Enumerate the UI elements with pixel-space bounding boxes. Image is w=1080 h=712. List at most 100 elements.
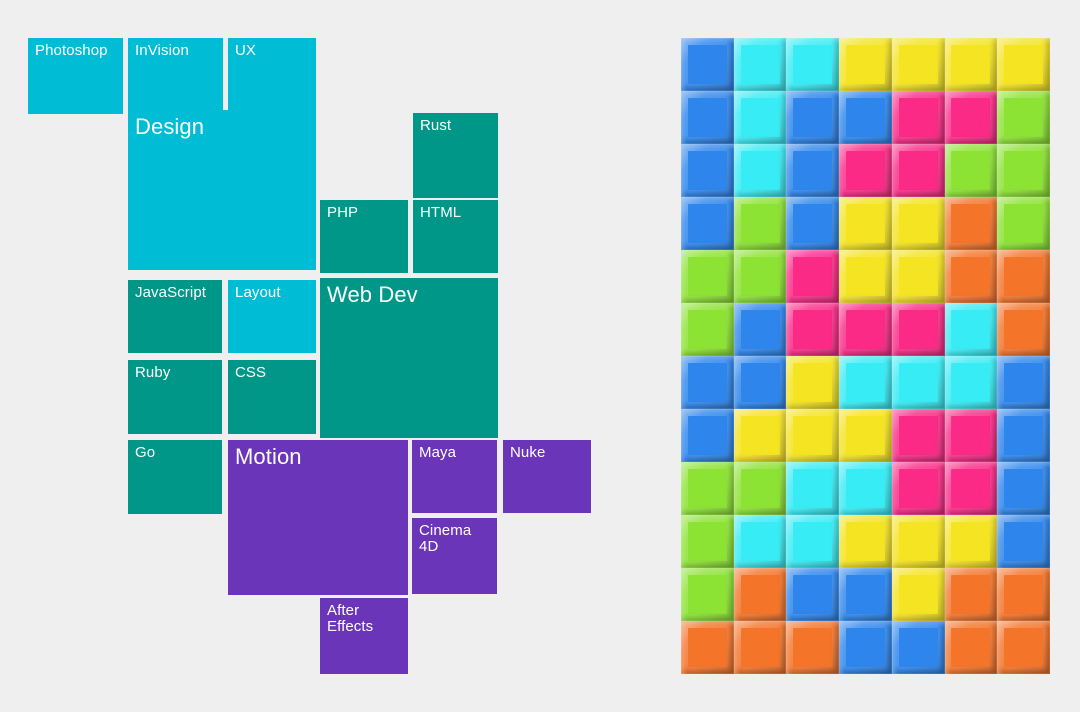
block-cell[interactable] [681, 303, 734, 356]
block-cell[interactable] [839, 568, 892, 621]
block-cell[interactable] [839, 356, 892, 409]
block-cell[interactable] [891, 409, 945, 462]
block-cell[interactable] [786, 91, 840, 144]
block-cell[interactable] [997, 462, 1050, 515]
block-cell[interactable] [891, 356, 945, 409]
block-cell[interactable] [891, 144, 945, 197]
block-cell[interactable] [786, 621, 840, 674]
block-cell[interactable] [997, 568, 1050, 621]
block-cell[interactable] [944, 462, 998, 515]
block-cell[interactable] [997, 91, 1050, 144]
block-cell[interactable] [681, 197, 734, 250]
block-cell[interactable] [733, 91, 787, 144]
block-cell[interactable] [733, 144, 787, 197]
block-cell[interactable] [786, 197, 840, 250]
block-cell[interactable] [944, 409, 998, 462]
block-cell[interactable] [839, 144, 892, 197]
block-cell[interactable] [681, 515, 734, 568]
treemap-tile[interactable]: Nuke [503, 440, 591, 513]
block-cell[interactable] [681, 91, 734, 144]
treemap-tile[interactable]: Maya [412, 440, 497, 513]
treemap-tile[interactable]: CSS [228, 360, 316, 434]
block-cell[interactable] [786, 303, 840, 356]
block-cell[interactable] [733, 303, 787, 356]
block-cell[interactable] [681, 144, 734, 197]
block-cell[interactable] [997, 409, 1050, 462]
block-cell[interactable] [944, 356, 998, 409]
block-cell[interactable] [891, 621, 945, 674]
block-cell[interactable] [733, 568, 787, 621]
treemap-tile[interactable]: Rust [413, 113, 498, 198]
block-cell[interactable] [944, 621, 998, 674]
block-cell[interactable] [786, 38, 840, 91]
block-cell[interactable] [997, 303, 1050, 356]
block-cell[interactable] [944, 303, 998, 356]
block-cell[interactable] [733, 250, 787, 303]
treemap-tile[interactable]: Layout [228, 280, 316, 353]
block-cell[interactable] [891, 38, 945, 91]
block-cell[interactable] [891, 568, 945, 621]
block-cell[interactable] [733, 409, 787, 462]
block-cell[interactable] [891, 515, 945, 568]
block-cell[interactable] [997, 515, 1050, 568]
block-cell[interactable] [944, 197, 998, 250]
block-cell[interactable] [839, 250, 892, 303]
block-cell[interactable] [786, 568, 840, 621]
block-cell[interactable] [997, 197, 1050, 250]
block-cell[interactable] [681, 38, 734, 91]
block-cell[interactable] [891, 91, 945, 144]
block-cell[interactable] [891, 250, 945, 303]
block-cell[interactable] [839, 462, 892, 515]
block-cell[interactable] [681, 250, 734, 303]
treemap-tile[interactable]: UX [228, 38, 316, 114]
block-cell[interactable] [681, 621, 734, 674]
block-cell[interactable] [944, 91, 998, 144]
block-cell[interactable] [997, 38, 1050, 91]
block-cell[interactable] [681, 356, 734, 409]
block-cell[interactable] [733, 515, 787, 568]
block-cell[interactable] [944, 38, 998, 91]
block-cell[interactable] [733, 356, 787, 409]
treemap-tile[interactable]: Design [128, 110, 316, 270]
block-cell[interactable] [944, 250, 998, 303]
block-cell[interactable] [944, 144, 998, 197]
block-cell[interactable] [891, 197, 945, 250]
block-cell[interactable] [997, 144, 1050, 197]
treemap-tile[interactable]: Web Dev [320, 278, 498, 438]
block-cell[interactable] [733, 621, 787, 674]
block-cell[interactable] [997, 356, 1050, 409]
treemap-tile[interactable]: Photoshop [28, 38, 123, 114]
treemap-tile[interactable]: HTML [413, 200, 498, 273]
treemap-tile[interactable]: After Effects [320, 598, 408, 674]
treemap-tile[interactable]: Ruby [128, 360, 222, 434]
treemap-tile[interactable]: Motion [228, 440, 408, 595]
block-cell[interactable] [839, 409, 892, 462]
block-cell[interactable] [839, 303, 892, 356]
block-cell[interactable] [786, 250, 840, 303]
block-cell[interactable] [786, 144, 840, 197]
block-cell[interactable] [997, 621, 1050, 674]
block-cell[interactable] [839, 38, 892, 91]
block-cell[interactable] [733, 197, 787, 250]
treemap-tile[interactable]: PHP [320, 200, 408, 273]
treemap-tile[interactable]: InVision [128, 38, 223, 114]
block-cell[interactable] [786, 409, 840, 462]
treemap-tile[interactable]: JavaScript [128, 280, 222, 353]
block-cell[interactable] [944, 515, 998, 568]
block-cell[interactable] [944, 568, 998, 621]
block-cell[interactable] [891, 462, 945, 515]
block-cell[interactable] [891, 303, 945, 356]
block-cell[interactable] [839, 197, 892, 250]
block-cell[interactable] [733, 462, 787, 515]
treemap-tile[interactable]: Go [128, 440, 222, 514]
block-cell[interactable] [681, 409, 734, 462]
block-cell[interactable] [733, 38, 787, 91]
block-cell[interactable] [997, 250, 1050, 303]
block-cell[interactable] [681, 462, 734, 515]
block-cell[interactable] [786, 515, 840, 568]
block-cell[interactable] [839, 515, 892, 568]
block-cell[interactable] [839, 91, 892, 144]
block-cell[interactable] [839, 621, 892, 674]
block-cell[interactable] [786, 462, 840, 515]
treemap-tile[interactable]: Cinema 4D [412, 518, 497, 594]
